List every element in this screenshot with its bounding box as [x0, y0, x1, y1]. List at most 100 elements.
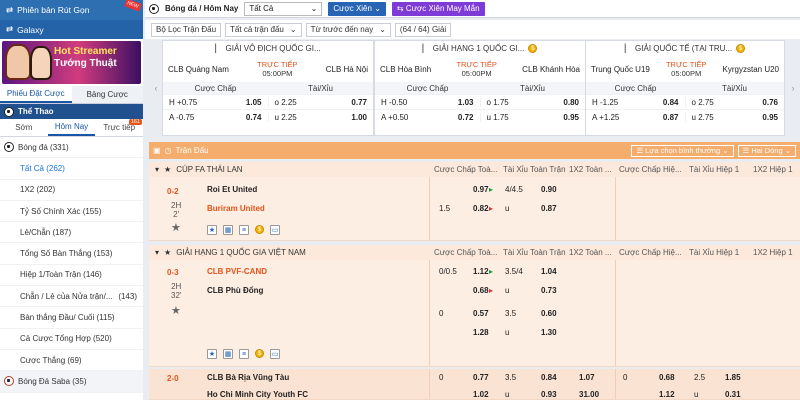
favorite-star-icon[interactable]: ★	[171, 304, 181, 317]
handicap-price[interactable]: 0.77	[473, 373, 489, 382]
coin-icon[interactable]: $	[255, 225, 264, 234]
sport-menu: Bóng đá (331) Tất Cả (262) 1X2 (202) Tỷ …	[0, 137, 143, 393]
over-under-odds[interactable]: o 1.75 0.80	[479, 97, 586, 107]
1x2-price[interactable]: 1.07	[579, 373, 595, 382]
h1-ou-price[interactable]: 1.85	[725, 373, 741, 382]
menu-item-mix-parlay[interactable]: Cả Cược Tổng Hợp (520)	[0, 329, 143, 350]
lucky-parlay-button[interactable]: ⇆ Cược Xiên May Mắn	[391, 1, 485, 16]
stats-icon[interactable]: ▦	[223, 349, 233, 359]
star-icon[interactable]: ★	[164, 248, 171, 257]
menu-item-1x2[interactable]: 1X2 (202)	[0, 180, 143, 201]
price: 1.05	[245, 97, 262, 107]
tab-early[interactable]: Sớm	[0, 119, 48, 136]
over-under-odds[interactable]: u 2.75 0.95	[684, 112, 785, 122]
compact-version-label: Phiên bản Rút Gọn	[17, 5, 90, 15]
handicap-price[interactable]: 1.02	[473, 390, 489, 399]
h1-handicap-price[interactable]: 0.68	[659, 373, 675, 382]
league-filter-button[interactable]: Bộ Lọc Trận Đấu	[151, 22, 222, 37]
sports-header[interactable]: Thể Thao	[0, 104, 143, 119]
menu-item-ht-ft[interactable]: Hiệp 1/Toàn Trận (146)	[0, 265, 143, 287]
league-header[interactable]: ▾ ★ GIẢI HẠNG 1 QUỐC GIA VIỆT NAM Cược Chấ…	[149, 245, 800, 260]
handicap-odds[interactable]: A -0.75 0.74	[163, 113, 268, 122]
collapse-icon: ▾	[155, 248, 160, 257]
over-under-odds[interactable]: o 2.25 0.77	[267, 97, 374, 107]
live-match-card[interactable]: ▏ GIẢI HẠNG 1 QUỐC GI... $ CLB Hòa Bình TR…	[374, 40, 586, 136]
down-arrow-icon: ▸	[489, 286, 494, 295]
ou-price[interactable]: 1.04	[541, 267, 557, 276]
sport-item-football[interactable]: Bóng đá (331)	[0, 137, 143, 159]
scroll-right-icon[interactable]: ›	[788, 40, 798, 136]
ou-price[interactable]: 0.87	[541, 204, 557, 213]
galaxy-link[interactable]: ⇄ Galaxy	[0, 20, 143, 39]
ou-price[interactable]: 0.90	[541, 185, 557, 194]
menu-item-odd-even[interactable]: Lẻ/Chẵn (187)	[0, 222, 143, 244]
tab-bet-slip[interactable]: Phiếu Đặt Cược	[0, 86, 72, 103]
card-live-status: TRỰC TIẾP 05:00PM	[666, 60, 706, 78]
ou-price[interactable]: 0.93	[541, 390, 557, 399]
over-under-odds[interactable]: u 1.75 0.95	[479, 112, 586, 122]
handicap-price[interactable]: 0.57	[473, 309, 489, 318]
stats-icon[interactable]: ▦	[223, 225, 233, 235]
tab-bet-board[interactable]: Bảng Cược	[72, 86, 144, 103]
h1-ou-price[interactable]: 0.31	[725, 390, 741, 399]
compact-version-link[interactable]: ⇄ Phiên bản Rút Gọn NEW	[0, 0, 143, 20]
odds-view-select[interactable]: ☰ Hai Dòng ⌄	[737, 144, 796, 157]
card-odds-row: H -1.25 0.84 o 2.75 0.76	[586, 94, 784, 109]
collapse-icon[interactable]: ▣	[153, 146, 161, 155]
menu-item-correct-score[interactable]: Tỷ Số Chính Xác (155)	[0, 201, 143, 223]
1x2-price[interactable]: 31.00	[579, 390, 599, 399]
parlay-button[interactable]: Cược Xiên ⌄	[328, 1, 386, 16]
over-under-odds[interactable]: o 2.75 0.76	[684, 97, 785, 107]
star-icon[interactable]: ★	[207, 225, 217, 235]
ou-price[interactable]: 1.30	[541, 328, 557, 337]
menu-item-half-odd-even[interactable]: Chẵn / Lẻ của Nửa trận/... (143)	[0, 286, 143, 308]
league-header[interactable]: ▾ ★ CÚP FA THÁI LAN Cược Chấp Toà... Tài X…	[149, 162, 800, 177]
menu-item-total-goals[interactable]: Tổng Số Bàn Thắng (153)	[0, 243, 143, 265]
handicap-odds[interactable]: A +1.25 0.87	[586, 113, 685, 122]
ou-price[interactable]: 0.73	[541, 286, 557, 295]
market-select[interactable]: Tất Cả ⌄	[244, 1, 323, 16]
card-odds-row: H -0.50 1.03 o 1.75 0.80	[375, 94, 585, 109]
coin-icon: $	[528, 44, 538, 53]
handicap-odds[interactable]: H +0.75 1.05	[163, 98, 268, 107]
live-match-card[interactable]: ▏ GIẢI QUỐC TẾ (TẠI TRU... $ Trung Quốc U1…	[585, 40, 785, 136]
menu-item-first-last-goal[interactable]: Bàn thắng Đầu/ Cuối (115)	[0, 307, 143, 329]
handicap-price[interactable]: 1.28	[473, 328, 489, 337]
handicap-price[interactable]: 0.97	[473, 185, 489, 194]
tab-today[interactable]: Hôm Nay	[47, 119, 96, 136]
sport-item-saba-football[interactable]: Bóng Đá Saba (35)	[0, 371, 143, 393]
star-icon[interactable]: ★	[207, 349, 217, 359]
line: 2.75	[698, 97, 714, 107]
favorite-star-icon[interactable]: ★	[171, 221, 181, 234]
tv-icon[interactable]: ▭	[270, 349, 280, 359]
menu-item-outright[interactable]: Cược Thắng (69)	[0, 350, 143, 372]
list-icon[interactable]: ≡	[239, 349, 249, 359]
streamer-banner[interactable]: Hot Streamer Tướng Thuật	[2, 41, 141, 84]
sort-select[interactable]: ☰ Lựa chọn bình thường ⌄	[631, 144, 734, 157]
handicap-price[interactable]: 0.82	[473, 204, 489, 213]
tv-icon[interactable]: ▭	[270, 225, 280, 235]
ou-price[interactable]: 0.84	[541, 373, 557, 382]
side: A	[169, 112, 174, 122]
new-badge: NEW	[124, 0, 142, 12]
sort-select-label: Lựa chọn bình thường	[645, 146, 721, 155]
match-table-header: ▣ ◷ Trận Đấu ☰ Lựa chọn bình thường ⌄ ☰ …	[149, 142, 800, 159]
handicap-odds[interactable]: A +0.50 0.72	[375, 113, 480, 122]
menu-item-all[interactable]: Tất Cả (262)	[0, 158, 143, 180]
coin-icon[interactable]: $	[255, 349, 264, 358]
over-under-odds[interactable]: u 2.25 1.00	[267, 112, 374, 122]
live-match-card[interactable]: ▏ GIẢI VÔ ĐỊCH QUỐC GI... CLB Quảng Nam T…	[162, 40, 374, 136]
parlay-button-label: Cược Xiên	[333, 4, 372, 13]
handicap-price[interactable]: 0.68	[473, 286, 489, 295]
scroll-left-icon[interactable]: ‹	[151, 40, 161, 136]
list-icon[interactable]: ≡	[239, 225, 249, 235]
match-filter-select[interactable]: Tất cả trận đấu ⌄	[225, 22, 302, 37]
star-icon[interactable]: ★	[164, 165, 171, 174]
h1-handicap-price[interactable]: 1.12	[659, 390, 675, 399]
handicap-price[interactable]: 1.12	[473, 267, 489, 276]
side: o	[274, 97, 279, 107]
handicap-odds[interactable]: H -1.25 0.84	[586, 98, 685, 107]
handicap-odds[interactable]: H -0.50 1.03	[375, 98, 480, 107]
time-filter-select[interactable]: Từ trước đến nay ⌄	[305, 22, 391, 37]
ou-price[interactable]: 0.60	[541, 309, 557, 318]
